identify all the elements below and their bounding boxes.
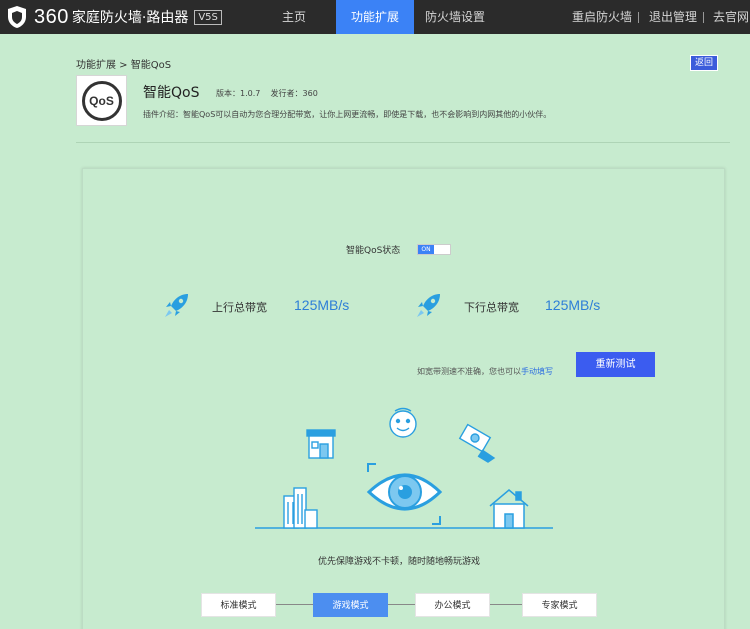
upload-bandwidth-label: 上行总带宽 bbox=[212, 301, 267, 314]
plugin-publisher: 发行者：360 bbox=[270, 89, 318, 98]
retest-note: 如宽带测速不准确，您也可以手动填写 bbox=[417, 366, 553, 377]
restart-firewall-link[interactable]: 重启防火墙 bbox=[572, 0, 632, 34]
back-button[interactable]: 返回 bbox=[690, 55, 718, 71]
toggle-on-indicator: ON bbox=[418, 245, 434, 254]
breadcrumb: 功能扩展 > 智能QoS bbox=[76, 60, 172, 71]
baby-face-icon bbox=[389, 407, 417, 438]
eye-icon bbox=[366, 463, 443, 525]
plugin-logo: QoS bbox=[76, 75, 127, 126]
brand-logo-text: 360 bbox=[34, 5, 69, 28]
brand[interactable]: 360 家庭防火墙·路由器 V5S bbox=[6, 5, 222, 29]
download-bandwidth-label: 下行总带宽 bbox=[464, 301, 519, 314]
plugin-title: 智能QoS bbox=[143, 85, 200, 101]
top-nav-bar: 360 家庭防火墙·路由器 V5S 主页 功能扩展 防火墙设置 重启防火墙 退出… bbox=[0, 0, 750, 34]
nav-tab-firewall-settings[interactable]: 防火墙设置 bbox=[418, 0, 492, 34]
nav-separator bbox=[638, 12, 639, 23]
rocket-icon bbox=[417, 294, 440, 317]
qos-status-toggle[interactable]: ON bbox=[417, 244, 451, 255]
header-divider bbox=[76, 142, 730, 143]
official-site-link[interactable]: 去官网 bbox=[713, 0, 749, 34]
manual-input-link[interactable]: 手动填写 bbox=[521, 367, 553, 376]
game-mode-illustration bbox=[255, 407, 553, 529]
plugin-description: 插件介绍：智能QoS可以自动为您合理分配带宽，让你上网更流畅，即使是下载，也不会… bbox=[143, 110, 552, 119]
shield-logo-icon bbox=[8, 6, 26, 28]
city-buildings-icon bbox=[283, 487, 318, 529]
nav-tab-home[interactable]: 主页 bbox=[266, 0, 322, 34]
retest-note-text: 如宽带测速不准确，您也可以 bbox=[417, 367, 521, 376]
brand-version-badge: V5S bbox=[194, 9, 222, 25]
mode-office-button[interactable]: 办公模式 bbox=[415, 593, 490, 617]
mode-expert-button[interactable]: 专家模式 bbox=[522, 593, 597, 617]
qos-status-label: 智能QoS状态 bbox=[346, 246, 401, 256]
nav-separator bbox=[703, 12, 704, 23]
upload-bandwidth-value: 125MB/s bbox=[294, 297, 350, 313]
download-bandwidth-value: 125MB/s bbox=[545, 297, 601, 313]
shop-icon bbox=[306, 429, 336, 459]
logout-link[interactable]: 退出管理 bbox=[649, 0, 697, 34]
retest-button[interactable]: 重新测试 bbox=[576, 352, 655, 377]
brand-name: 家庭防火墙·路由器 bbox=[71, 10, 189, 26]
mode-game-button[interactable]: 游戏模式 bbox=[313, 593, 388, 617]
house-icon bbox=[489, 489, 529, 529]
rocket-icon bbox=[165, 294, 188, 317]
mode-caption: 优先保障游戏不卡顿，随时随地畅玩游戏 bbox=[318, 557, 481, 567]
qos-logo-icon: QoS bbox=[81, 80, 122, 121]
mode-standard-button[interactable]: 标准模式 bbox=[201, 593, 276, 617]
plugin-meta: 版本：1.0.7 发行者：360 bbox=[216, 88, 318, 99]
plugin-version: 版本：1.0.7 bbox=[216, 89, 261, 98]
money-hand-icon bbox=[458, 423, 496, 463]
nav-tab-extensions[interactable]: 功能扩展 bbox=[336, 0, 414, 34]
